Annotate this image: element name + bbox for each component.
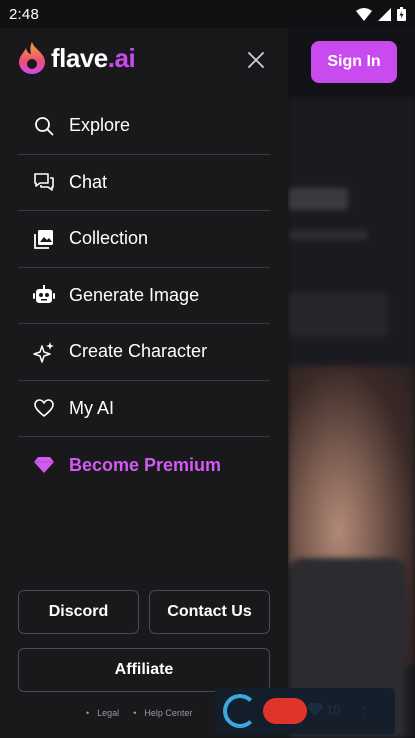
- menu-label-chat: Chat: [69, 171, 108, 192]
- menu-item-generate-image[interactable]: Generate Image: [18, 268, 270, 324]
- menu-item-explore[interactable]: Explore: [18, 98, 270, 155]
- signal-icon: [378, 7, 391, 21]
- image-gallery-icon: [33, 228, 55, 250]
- watermark-logo-icon: [223, 694, 257, 728]
- menu-label-my-ai: My AI: [69, 397, 115, 418]
- menu-item-create-character[interactable]: Create Character: [18, 324, 270, 381]
- footer-links: • Legal • Help Center: [86, 708, 192, 718]
- flame-logo-icon: [19, 42, 45, 74]
- status-time: 2:48: [9, 5, 39, 23]
- discord-button[interactable]: Discord: [18, 590, 139, 634]
- logo-text: flave.ai: [51, 42, 136, 74]
- affiliate-button[interactable]: Affiliate: [18, 648, 270, 692]
- menu-item-my-ai[interactable]: My AI: [18, 381, 270, 437]
- robot-icon: [33, 284, 55, 306]
- status-bar: 2:48: [0, 0, 415, 28]
- menu-label-generate-image: Generate Image: [69, 284, 200, 305]
- navigation-drawer: flave.ai Explore Chat Collection Generat…: [0, 28, 288, 738]
- diamond-icon: [33, 454, 55, 476]
- close-icon: [248, 52, 264, 68]
- wifi-icon: [356, 7, 372, 21]
- menu-label-create-character: Create Character: [69, 341, 208, 362]
- contact-us-button[interactable]: Contact Us: [149, 590, 270, 634]
- close-drawer-button[interactable]: [244, 48, 268, 72]
- menu-item-become-premium[interactable]: Become Premium: [18, 437, 270, 494]
- menu-label-become-premium: Become Premium: [69, 454, 222, 475]
- search-icon: [33, 115, 55, 137]
- menu-label-explore: Explore: [69, 115, 131, 136]
- help-center-link[interactable]: Help Center: [144, 708, 192, 718]
- menu-item-collection[interactable]: Collection: [18, 211, 270, 268]
- blurred-subtext: [288, 230, 368, 240]
- page-content-blurred: [288, 98, 415, 738]
- menu-item-chat[interactable]: Chat: [18, 155, 270, 211]
- sign-in-button[interactable]: Sign In: [311, 41, 397, 83]
- logo-suffix: .ai: [107, 42, 136, 73]
- drawer-menu: Explore Chat Collection Generate Image C…: [18, 98, 270, 494]
- site-watermark: [215, 688, 395, 734]
- sparkles-icon: [33, 341, 55, 363]
- legal-link-wrap[interactable]: • Legal: [86, 708, 119, 718]
- watermark-badge: [263, 698, 307, 724]
- menu-label-collection: Collection: [69, 228, 149, 249]
- logo[interactable]: flave.ai: [18, 42, 136, 74]
- heart-icon: [33, 397, 55, 419]
- blurred-input: [288, 293, 388, 337]
- blurred-heading: [288, 188, 348, 210]
- status-icons: [356, 7, 406, 21]
- legal-link[interactable]: Legal: [97, 708, 119, 718]
- logo-name: flave: [51, 42, 108, 73]
- battery-icon: [397, 7, 406, 21]
- help-center-link-wrap[interactable]: • Help Center: [133, 708, 192, 718]
- chat-icon: [33, 171, 55, 193]
